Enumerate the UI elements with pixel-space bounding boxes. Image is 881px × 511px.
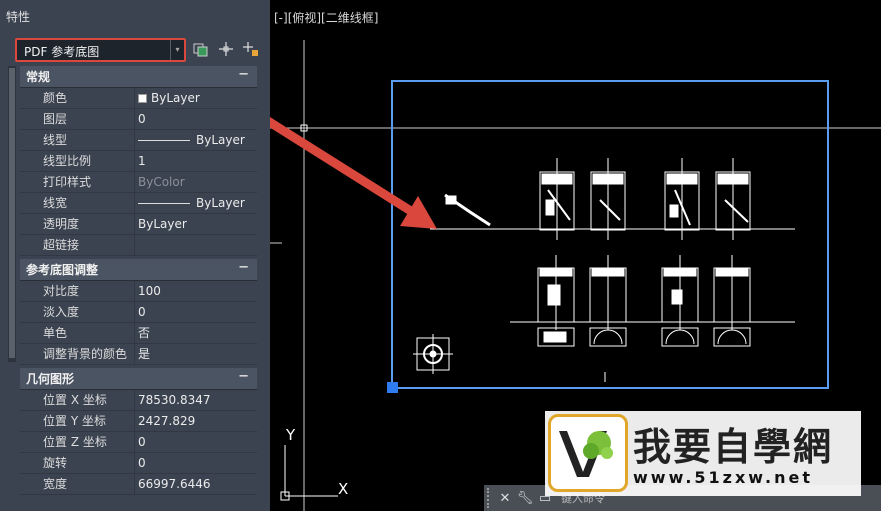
property-label: 宽度 xyxy=(20,474,135,494)
property-row-rotation[interactable]: 旋转 0 xyxy=(20,453,257,474)
property-value-text: ByLayer xyxy=(196,196,245,210)
section-geometry-header[interactable]: 几何图形 − xyxy=(20,368,257,390)
palette-title: 特性 xyxy=(6,10,31,24)
section-title: 常规 xyxy=(26,70,51,84)
collapse-icon[interactable]: − xyxy=(238,369,249,384)
property-value[interactable]: 100 xyxy=(135,281,257,301)
property-row-position-z[interactable]: 位置 Z 坐标 0 xyxy=(20,432,257,453)
section-title: 参考底图调整 xyxy=(26,263,99,277)
select-objects-icon[interactable] xyxy=(217,41,235,59)
property-value-text: ByLayer xyxy=(196,133,245,147)
property-row-adjust-bg[interactable]: 调整背景的颜色 是 xyxy=(20,344,257,365)
property-value[interactable]: 0 xyxy=(135,453,257,473)
watermark-logo xyxy=(548,414,628,492)
property-label: 位置 Z 坐标 xyxy=(20,432,135,452)
collapse-icon[interactable]: − xyxy=(238,67,249,82)
section-underlay-header[interactable]: 参考底图调整 − xyxy=(20,259,257,281)
property-value[interactable] xyxy=(135,235,257,255)
properties-palette: 特性 PDF 参考底图 ▾ 常规 − 颜色 ByLayer 图层 0 线型 By… xyxy=(0,0,270,511)
linetype-sample xyxy=(138,139,190,141)
underlay-frame xyxy=(391,80,829,389)
property-value[interactable]: 否 xyxy=(135,323,257,343)
section-title: 几何图形 xyxy=(26,372,75,386)
property-row-monochrome[interactable]: 单色 否 xyxy=(20,323,257,344)
object-type-dropdown[interactable]: PDF 参考底图 ▾ xyxy=(15,38,186,62)
properties-list: 常规 − 颜色 ByLayer 图层 0 线型 ByLayer 线型比例 1 打… xyxy=(8,66,258,506)
property-label: 图层 xyxy=(20,109,135,129)
drawing-elevation-top xyxy=(430,158,795,240)
property-value: ByColor xyxy=(138,175,185,189)
property-value[interactable]: 78530.8347 xyxy=(135,390,257,410)
ucs-y-label: Y xyxy=(285,426,296,444)
property-value[interactable]: 0 xyxy=(135,432,257,452)
property-label: 打印样式 xyxy=(20,172,135,192)
close-icon[interactable]: ✕ xyxy=(495,491,515,506)
property-value[interactable]: ByLayer xyxy=(135,88,257,108)
section-underlay-adjust: 参考底图调整 − 对比度 100 淡入度 0 单色 否 调整背景的颜色 是 xyxy=(20,259,257,365)
section-general: 常规 − 颜色 ByLayer 图层 0 线型 ByLayer 线型比例 1 打… xyxy=(20,66,257,256)
property-row-hyperlink[interactable]: 超链接 xyxy=(20,235,257,256)
viewport-controls-label[interactable]: [-][俯视][二维线框] xyxy=(274,9,378,26)
property-value[interactable]: 0 xyxy=(135,109,257,129)
property-label: 线宽 xyxy=(20,193,135,213)
property-row-plot-style[interactable]: 打印样式 ByColor xyxy=(20,172,257,193)
object-type-label: PDF 参考底图 xyxy=(24,45,100,59)
property-value[interactable]: 0 xyxy=(135,302,257,322)
section-general-header[interactable]: 常规 − xyxy=(20,66,257,88)
drawing-detail-symbol xyxy=(413,334,453,374)
watermark: 我要自學網 www.51zxw.net xyxy=(545,411,861,496)
underlay-grip xyxy=(387,382,398,393)
property-value[interactable]: 2427.829 xyxy=(135,411,257,431)
property-row-width[interactable]: 宽度 66997.6446 xyxy=(20,474,257,495)
property-row-color[interactable]: 颜色 ByLayer xyxy=(20,88,257,109)
property-value[interactable]: 是 xyxy=(135,344,257,364)
property-row-lineweight[interactable]: 线宽 ByLayer xyxy=(20,193,257,214)
property-label: 对比度 xyxy=(20,281,135,301)
property-row-linetype-scale[interactable]: 线型比例 1 xyxy=(20,151,257,172)
property-label: 线型比例 xyxy=(20,151,135,171)
scrollbar[interactable] xyxy=(8,66,16,362)
property-label: 透明度 xyxy=(20,214,135,234)
property-label: 淡入度 xyxy=(20,302,135,322)
property-value[interactable]: 1 xyxy=(135,151,257,171)
lineweight-sample xyxy=(138,202,190,204)
property-label: 颜色 xyxy=(20,88,135,108)
property-row-fade[interactable]: 淡入度 0 xyxy=(20,302,257,323)
property-value-text: ByLayer xyxy=(151,91,200,105)
property-row-position-y[interactable]: 位置 Y 坐标 2427.829 xyxy=(20,411,257,432)
property-label: 调整背景的颜色 xyxy=(20,344,135,364)
property-label: 位置 Y 坐标 xyxy=(20,411,135,431)
annotation-arrow xyxy=(270,117,437,229)
color-swatch xyxy=(138,93,147,103)
property-value[interactable]: 66997.6446 xyxy=(135,474,257,494)
chevron-down-icon[interactable]: ▾ xyxy=(170,40,184,60)
property-row-linetype[interactable]: 线型 ByLayer xyxy=(20,130,257,151)
property-row-position-x[interactable]: 位置 X 坐标 78530.8347 xyxy=(20,390,257,411)
watermark-text: 我要自學網 xyxy=(633,425,834,469)
watermark-url: www.51zxw.net xyxy=(633,468,814,487)
property-label: 旋转 xyxy=(20,453,135,473)
property-value[interactable]: ByLayer xyxy=(135,193,257,213)
property-value[interactable]: ByLayer xyxy=(135,214,257,234)
drawing-section-bottom xyxy=(510,255,795,382)
property-row-contrast[interactable]: 对比度 100 xyxy=(20,281,257,302)
scrollbar-thumb[interactable] xyxy=(9,68,15,358)
section-geometry: 几何图形 − 位置 X 坐标 78530.8347 位置 Y 坐标 2427.8… xyxy=(20,368,257,495)
ucs-icon xyxy=(280,445,338,501)
property-label: 超链接 xyxy=(20,235,135,255)
property-label: 单色 xyxy=(20,323,135,343)
property-row-transparency[interactable]: 透明度 ByLayer xyxy=(20,214,257,235)
collapse-icon[interactable]: − xyxy=(238,260,249,275)
wrench-icon[interactable]: 🔧︎ xyxy=(515,491,535,506)
property-row-layer[interactable]: 图层 0 xyxy=(20,109,257,130)
property-value[interactable]: ByLayer xyxy=(135,130,257,150)
property-label: 位置 X 坐标 xyxy=(20,390,135,410)
ucs-x-label: X xyxy=(338,480,348,498)
toggle-pickadd-icon[interactable] xyxy=(242,41,260,59)
drag-handle[interactable] xyxy=(487,488,495,508)
property-label: 线型 xyxy=(20,130,135,150)
quick-select-icon[interactable] xyxy=(192,41,210,59)
